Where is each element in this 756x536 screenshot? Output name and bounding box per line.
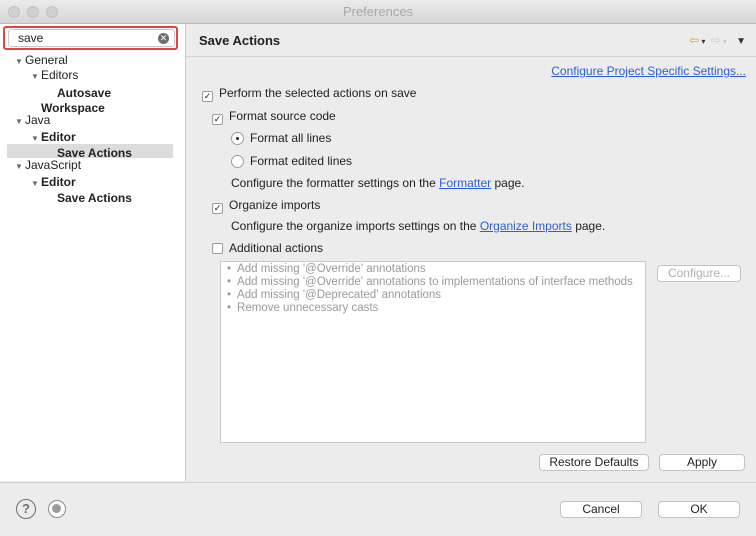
organize-imports-option[interactable]: ✓ Organize imports (212, 198, 320, 214)
tree-item-javascript[interactable]: ▼ JavaScript (15, 158, 81, 172)
page-header: Save Actions ⇦ ▾ ⇨ ▾ ▼ (186, 24, 756, 57)
list-item: Remove unnecessary casts (227, 302, 645, 315)
title-bar: Preferences (0, 0, 756, 24)
formatter-settings-text: Configure the formatter settings on the … (231, 176, 525, 190)
ok-button[interactable]: OK (658, 501, 740, 518)
additional-actions-checkbox[interactable] (212, 243, 223, 254)
format-edited-lines-radio[interactable] (231, 155, 244, 168)
additional-actions-list[interactable]: Add missing '@Override' annotations Add … (220, 261, 646, 443)
tree-item-js-save-actions[interactable]: Save Actions (57, 191, 132, 205)
dialog-button-bar: ? Cancel OK (0, 482, 756, 536)
window-title: Preferences (342, 4, 414, 19)
format-source-checkbox[interactable]: ✓ (212, 114, 223, 125)
view-menu-icon[interactable]: ▼ (736, 36, 746, 47)
tree-item-java-editor[interactable]: ▼ Editor (31, 130, 76, 144)
expanded-triangle-icon[interactable]: ▼ (31, 70, 41, 84)
format-all-lines-option[interactable]: Format all lines (231, 131, 331, 145)
apply-button[interactable]: Apply (659, 454, 745, 471)
import-export-prefs-icon[interactable] (48, 500, 66, 518)
format-all-lines-radio[interactable] (231, 132, 244, 145)
forward-dropdown-icon[interactable]: ▾ (723, 37, 727, 46)
back-dropdown-icon[interactable]: ▾ (701, 37, 705, 46)
expanded-triangle-icon[interactable]: ▼ (15, 115, 25, 129)
organize-imports-checkbox[interactable]: ✓ (212, 203, 223, 214)
list-item: Add missing '@Override' annotations (227, 263, 645, 276)
filter-search-input[interactable] (18, 31, 148, 45)
format-edited-lines-option[interactable]: Format edited lines (231, 154, 352, 168)
filter-search-box[interactable]: ✕ (8, 29, 175, 47)
perform-actions-option[interactable]: ✓ Perform the selected actions on save (202, 86, 416, 102)
page-title: Save Actions (199, 33, 281, 48)
formatter-link[interactable]: Formatter (439, 176, 491, 190)
tree-item-java[interactable]: ▼ Java (15, 113, 50, 127)
format-source-option[interactable]: ✓ Format source code (212, 109, 336, 125)
expanded-triangle-icon[interactable]: ▼ (31, 177, 41, 191)
forward-arrow-icon[interactable]: ⇨ (711, 33, 721, 47)
tree-item-js-editor[interactable]: ▼ Editor (31, 175, 76, 189)
preferences-tree-pane: ✕ ▼General ▼Editors Autosave Workspace ▼… (0, 24, 186, 481)
restore-defaults-button[interactable]: Restore Defaults (539, 454, 649, 471)
tree-item-java-save-actions-selected[interactable]: Save Actions (7, 144, 173, 160)
tree-item-autosave[interactable]: Autosave (57, 86, 111, 100)
expanded-triangle-icon[interactable]: ▼ (15, 160, 25, 174)
preference-page: Save Actions ⇦ ▾ ⇨ ▾ ▼ Configure Project S… (186, 24, 756, 481)
tree-item-workspace[interactable]: Workspace (41, 101, 105, 115)
configure-project-specific-link[interactable]: Configure Project Specific Settings... (551, 64, 746, 78)
tree-item-editors[interactable]: ▼ Editors (31, 68, 78, 82)
perform-actions-checkbox[interactable]: ✓ (202, 91, 213, 102)
configure-button[interactable]: Configure... (657, 265, 741, 282)
additional-actions-option[interactable]: Additional actions (212, 241, 323, 255)
help-icon[interactable]: ? (16, 499, 36, 519)
back-arrow-icon[interactable]: ⇦ (689, 33, 699, 47)
organize-imports-settings-text: Configure the organize imports settings … (231, 219, 606, 233)
clear-search-icon[interactable]: ✕ (158, 33, 169, 44)
list-item: Add missing '@Override' annotations to i… (227, 276, 645, 289)
tree-item-general[interactable]: ▼ General (15, 53, 68, 67)
expanded-triangle-icon[interactable]: ▼ (15, 55, 25, 69)
navigation-icons: ⇦ ▾ ⇨ ▾ ▼ (687, 33, 746, 47)
cancel-button[interactable]: Cancel (560, 501, 642, 518)
organize-imports-link[interactable]: Organize Imports (480, 219, 572, 233)
preferences-window: Preferences ✕ ▼General ▼Editors Autosave… (0, 0, 756, 536)
list-item: Add missing '@Deprecated' annotations (227, 289, 645, 302)
